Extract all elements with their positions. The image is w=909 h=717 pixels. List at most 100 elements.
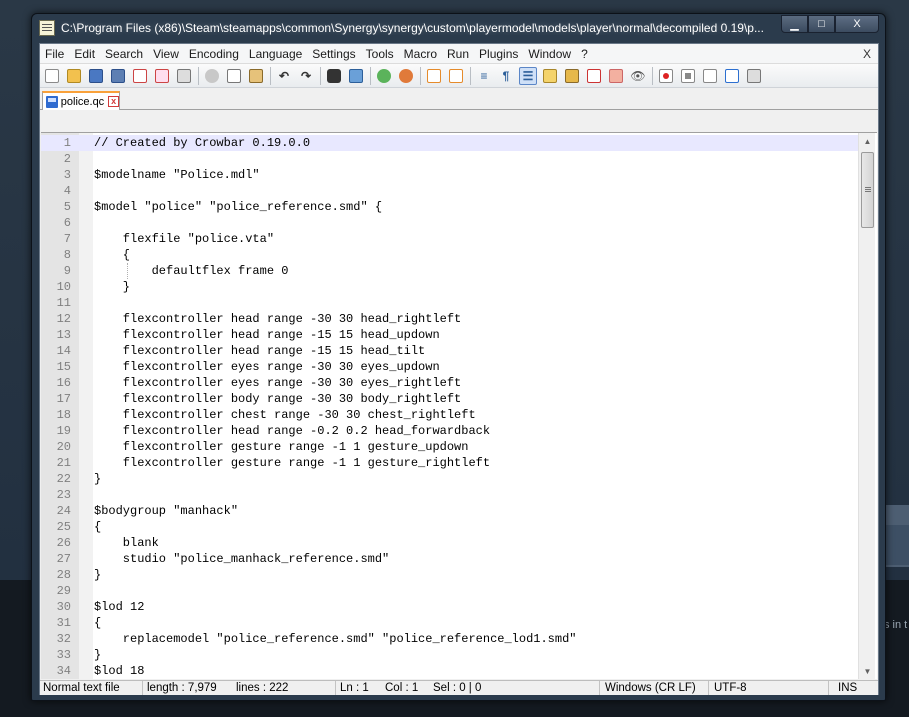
new-file-icon[interactable] [43, 67, 61, 85]
paste-icon[interactable] [247, 67, 265, 85]
code-line[interactable]: 12 flexcontroller head range -30 30 head… [41, 311, 863, 327]
menu-run[interactable]: Run [442, 44, 474, 64]
code-line[interactable]: 22} [41, 471, 863, 487]
menu-search[interactable]: Search [100, 44, 148, 64]
menu-settings[interactable]: Settings [307, 44, 360, 64]
code-line[interactable]: 21 flexcontroller gesture range -1 1 ges… [41, 455, 863, 471]
folder-workspace-icon[interactable] [607, 67, 625, 85]
code-line[interactable]: 24 $bodygroup "manhack" [41, 503, 863, 519]
line-text: flexcontroller chest range -30 30 chest_… [94, 408, 476, 422]
code-line[interactable]: 25 { [41, 519, 863, 535]
code-line[interactable]: 17 flexcontroller body range -30 30 body… [41, 391, 863, 407]
indent-guide-icon[interactable]: ☰ [519, 66, 537, 85]
text-editor[interactable]: 1// Created by Crowbar 0.19.0.0 2 3 $modeln… [41, 132, 877, 679]
save-macro-icon[interactable] [745, 67, 763, 85]
code-line[interactable]: 14 flexcontroller head range -15 15 head… [41, 343, 863, 359]
save-all-icon[interactable] [109, 67, 127, 85]
line-text: flexfile "police.vta" [94, 232, 275, 246]
function-list-icon[interactable] [585, 67, 603, 85]
code-line[interactable]: 29 [41, 583, 863, 599]
code-line[interactable]: 20 flexcontroller gesture range -1 1 ges… [41, 439, 863, 455]
tab-close-icon[interactable]: x [108, 96, 119, 107]
find-icon[interactable] [325, 67, 343, 85]
code-line[interactable]: 23 [41, 487, 863, 503]
code-line[interactable]: 9 defaultflex frame 0 [41, 263, 863, 279]
line-number: 5 [63, 200, 71, 214]
menu-encoding[interactable]: Encoding [184, 44, 244, 64]
code-line[interactable]: 1 // Created by Crowbar 0.19.0.0 [41, 135, 863, 151]
vertical-scrollbar[interactable]: ▲ ▼ [858, 133, 875, 679]
stop-record-icon[interactable] [679, 67, 697, 85]
sync-horizontal-icon[interactable] [447, 67, 465, 85]
copy-icon[interactable] [225, 67, 243, 85]
code-line[interactable]: 8 { [41, 247, 863, 263]
save-icon[interactable] [87, 67, 105, 85]
document-close-icon[interactable]: X [863, 44, 871, 64]
menu-file[interactable]: File [40, 44, 69, 64]
code-line[interactable]: 27 studio "police_manhack_reference.smd" [41, 551, 863, 567]
status-ln: Ln : 1 [340, 682, 369, 694]
zoom-in-icon[interactable] [375, 67, 393, 85]
notepad-app-icon[interactable] [39, 20, 55, 36]
code-line[interactable]: 31 { [41, 615, 863, 631]
code-line[interactable]: 2 [41, 151, 863, 167]
code-line[interactable]: 32 replacemodel "police_reference.smd" "… [41, 631, 863, 647]
scroll-up-arrow-icon[interactable]: ▲ [859, 133, 876, 150]
menu-window[interactable]: Window [523, 44, 576, 64]
user-language-icon[interactable] [541, 67, 559, 85]
print-icon[interactable] [175, 67, 193, 85]
code-line[interactable]: 34 $lod 18 [41, 663, 863, 679]
document-map-icon[interactable] [563, 67, 581, 85]
code-line[interactable]: 6 [41, 215, 863, 231]
code-line[interactable]: 7 flexfile "police.vta" [41, 231, 863, 247]
word-wrap-icon[interactable]: ≡ [475, 67, 493, 85]
close-all-icon[interactable] [153, 67, 171, 85]
code-line[interactable]: 26 blank [41, 535, 863, 551]
run-macro-multiple-icon[interactable] [723, 67, 741, 85]
line-text: defaultflex frame 0 [94, 264, 289, 278]
code-line[interactable]: 5 $model "police" "police_reference.smd" … [41, 199, 863, 215]
scroll-down-arrow-icon[interactable]: ▼ [859, 663, 876, 679]
menu-view[interactable]: View [148, 44, 184, 64]
redo-icon[interactable]: ↷ [297, 67, 315, 85]
show-all-chars-icon[interactable]: ¶ [497, 67, 515, 85]
code-line[interactable]: 10 } [41, 279, 863, 295]
code-line[interactable]: 33} [41, 647, 863, 663]
menu-macro[interactable]: Macro [399, 44, 442, 64]
minimize-button[interactable]: ▁ [781, 15, 808, 33]
record-macro-icon[interactable] [657, 67, 675, 85]
menu-plugins[interactable]: Plugins [474, 44, 523, 64]
code-line[interactable]: 15 flexcontroller eyes range -30 30 eyes… [41, 359, 863, 375]
code-line[interactable]: 13 flexcontroller head range -15 15 head… [41, 327, 863, 343]
code-line[interactable]: 19 flexcontroller head range -0.2 0.2 he… [41, 423, 863, 439]
tab-police-qc[interactable]: police.qc x [42, 91, 120, 110]
scrollbar-thumb[interactable] [861, 152, 874, 228]
code-line[interactable]: 16 flexcontroller eyes range -30 30 eyes… [41, 375, 863, 391]
zoom-out-icon[interactable] [397, 67, 415, 85]
code-line[interactable]: 30 $lod 12 [41, 599, 863, 615]
replace-icon[interactable] [347, 67, 365, 85]
code-line[interactable]: 28} [41, 567, 863, 583]
playback-macro-icon[interactable] [701, 67, 719, 85]
cut-icon[interactable] [203, 67, 221, 85]
title-bar[interactable]: C:\Program Files (x86)\Steam\steamapps\c… [32, 14, 885, 42]
undo-icon[interactable]: ↶ [275, 67, 293, 85]
close-icon[interactable] [131, 67, 149, 85]
menu-language[interactable]: Language [244, 44, 307, 64]
line-number: 20 [56, 440, 71, 454]
menu-tools[interactable]: Tools [361, 44, 399, 64]
monitoring-icon[interactable]: 👁 [629, 67, 647, 85]
code-line[interactable]: 3 $modelname "Police.mdl" [41, 167, 863, 183]
menu-help[interactable]: ? [576, 44, 593, 64]
menu-edit[interactable]: Edit [69, 44, 100, 64]
open-file-icon[interactable] [65, 67, 83, 85]
code-line[interactable]: 18 flexcontroller chest range -30 30 che… [41, 407, 863, 423]
line-text: replacemodel "police_reference.smd" "pol… [94, 632, 577, 646]
close-button[interactable]: X [835, 15, 879, 33]
line-text: studio "police_manhack_reference.smd" [94, 552, 390, 566]
code-line[interactable]: 11 [41, 295, 863, 311]
line-number: 34 [56, 664, 71, 678]
sync-vertical-icon[interactable] [425, 67, 443, 85]
maximize-button[interactable]: □ [808, 15, 835, 33]
code-line[interactable]: 4 [41, 183, 863, 199]
